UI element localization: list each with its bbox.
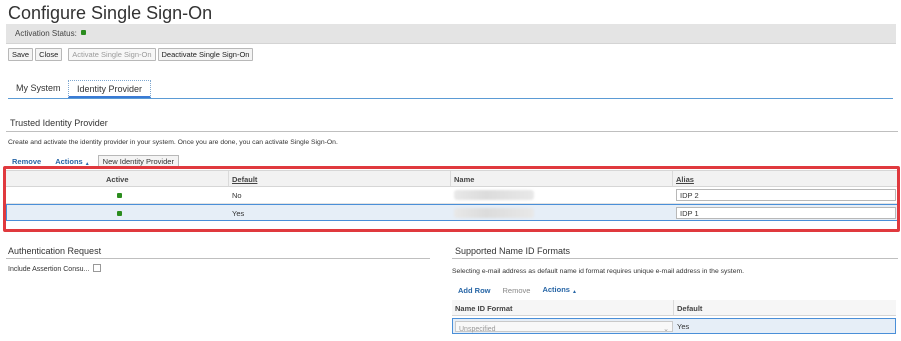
- activation-status-bar: Activation Status:: [6, 24, 896, 44]
- idp-actions-label: Actions: [55, 156, 83, 166]
- col-name-id-default[interactable]: Default: [677, 304, 702, 313]
- add-row-button[interactable]: Add Row: [458, 286, 497, 295]
- name-id-actions-menu[interactable]: Actions ▲: [542, 285, 582, 295]
- tab-identity-provider[interactable]: Identity Provider: [68, 80, 152, 98]
- activate-sso-button[interactable]: Activate Single Sign-On: [68, 48, 156, 61]
- name-id-default-value: Yes: [677, 322, 690, 331]
- remove-row-button[interactable]: Remove: [503, 286, 537, 295]
- column-separator: [673, 300, 674, 315]
- name-id-toolbar: Add Row Remove Actions ▲: [458, 285, 583, 295]
- highlight-annotation: [3, 166, 900, 232]
- tab-my-system[interactable]: My System: [16, 80, 61, 98]
- name-id-format-select[interactable]: Unspecified ⌄: [455, 321, 673, 333]
- idp-actions-menu[interactable]: Actions ▲: [55, 157, 95, 167]
- section-divider: [452, 258, 898, 259]
- tab-bar: My System Identity Provider: [8, 80, 893, 99]
- remove-idp-button[interactable]: Remove: [12, 157, 47, 166]
- activation-status-label: Activation Status:: [15, 29, 77, 38]
- include-assertion-label: Include Assertion Consu...: [8, 266, 90, 273]
- auth-request-title: Authentication Request: [8, 246, 102, 256]
- save-button[interactable]: Save: [8, 48, 34, 61]
- section-divider: [6, 131, 898, 132]
- name-id-actions-label: Actions: [542, 285, 570, 294]
- deactivate-sso-button[interactable]: Deactivate Single Sign-On: [157, 48, 254, 61]
- table-row-selected[interactable]: Unspecified ⌄ Yes: [452, 318, 896, 334]
- name-id-description: Selecting e-mail address as default name…: [452, 268, 745, 275]
- include-assertion-checkbox[interactable]: [93, 264, 102, 272]
- name-id-table: Name ID Format Default Unspecified ⌄ Yes: [452, 300, 896, 334]
- section-divider: [6, 258, 430, 259]
- caret-down-icon: ▲: [571, 289, 577, 295]
- name-id-format-value: Unspecified: [459, 326, 496, 333]
- close-button[interactable]: Close: [35, 48, 63, 61]
- chevron-down-icon: ⌄: [663, 326, 669, 333]
- main-toolbar: Save Close Activate Single Sign-On Deact…: [8, 48, 254, 61]
- trusted-idp-description: Create and activate the identity provide…: [8, 139, 338, 146]
- trusted-idp-title: Trusted Identity Provider: [10, 118, 108, 128]
- name-id-table-header: Name ID Format Default: [452, 300, 896, 316]
- name-id-title: Supported Name ID Formats: [455, 246, 571, 256]
- activation-status: Activation Status:: [15, 29, 87, 38]
- status-active-icon: [81, 30, 87, 35]
- include-assertion-row: Include Assertion Consu...: [8, 264, 102, 273]
- page-title: Configure Single Sign-On: [8, 3, 213, 23]
- col-name-id-format[interactable]: Name ID Format: [455, 304, 513, 313]
